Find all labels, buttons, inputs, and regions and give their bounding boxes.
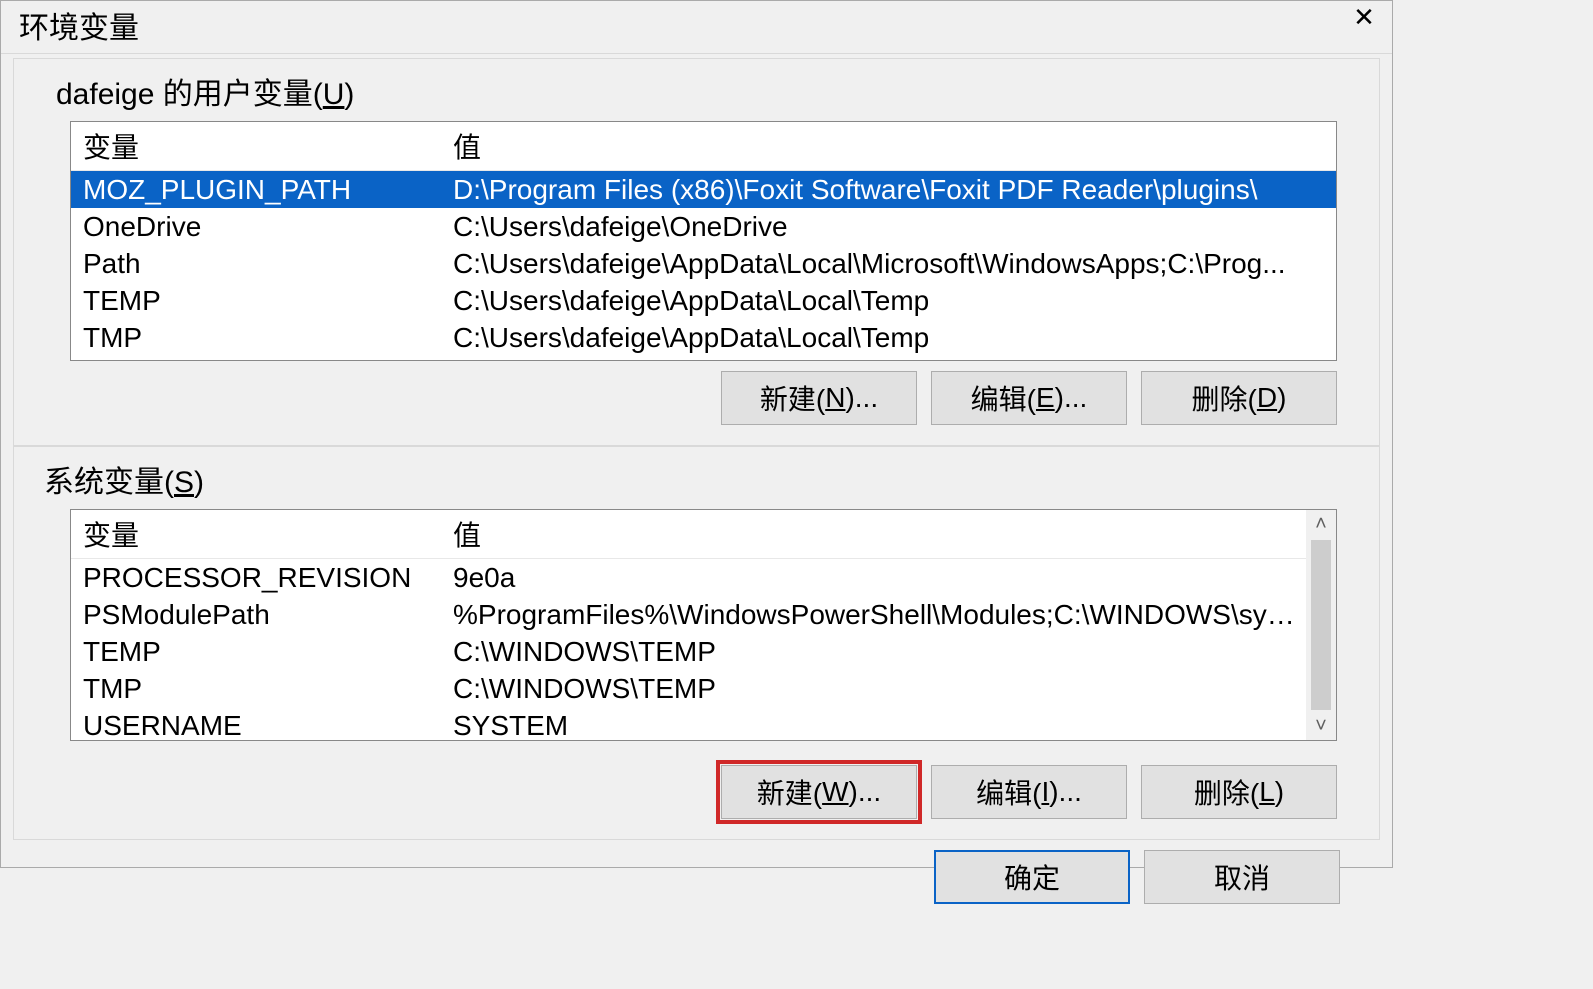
table-row[interactable]: OneDriveC:\Users\dafeige\OneDrive: [71, 208, 1336, 245]
system-rows: PROCESSOR_REVISION9e0aPSModulePath%Progr…: [71, 559, 1306, 744]
user-rows: MOZ_PLUGIN_PATHD:\Program Files (x86)\Fo…: [71, 171, 1336, 356]
column-value[interactable]: 值: [449, 122, 1336, 170]
user-variables-label: dafeige 的用户变量(U): [14, 59, 1379, 121]
close-icon[interactable]: ✕: [1342, 3, 1386, 35]
cell-value: C:\WINDOWS\TEMP: [449, 670, 1306, 707]
user-label-post: ): [344, 78, 354, 111]
table-row[interactable]: TEMPC:\WINDOWS\TEMP: [71, 633, 1306, 670]
cell-variable: OneDrive: [71, 208, 449, 245]
cell-value: SYSTEM: [449, 707, 1306, 744]
cell-value: C:\Users\dafeige\AppData\Local\Temp: [449, 282, 1336, 319]
system-edit-button[interactable]: 编辑(I)...: [931, 765, 1127, 819]
system-label-pre: 系统变量(: [44, 466, 174, 499]
table-row[interactable]: TEMPC:\Users\dafeige\AppData\Local\Temp: [71, 282, 1336, 319]
column-variable[interactable]: 变量: [71, 510, 449, 558]
user-new-button[interactable]: 新建(N)...: [721, 371, 917, 425]
system-variables-group: 系统变量(S) 变量 值 PROCESSOR_REVISION9e0aPSMod…: [13, 446, 1380, 840]
system-new-button[interactable]: 新建(W)...: [721, 765, 917, 819]
cell-value: C:\Users\dafeige\OneDrive: [449, 208, 1336, 245]
list-header: 变量 值: [71, 510, 1306, 559]
cell-variable: PSModulePath: [71, 596, 449, 633]
cell-value: C:\Users\dafeige\AppData\Local\Temp: [449, 319, 1336, 356]
scrollbar-vertical[interactable]: ˄ ˅: [1306, 510, 1336, 740]
cell-variable: TMP: [71, 319, 449, 356]
table-row[interactable]: USERNAMESYSTEM: [71, 707, 1306, 744]
cell-variable: TMP: [71, 670, 449, 707]
column-value[interactable]: 值: [449, 510, 1306, 558]
dialog-buttons-row: 确定 取消: [1, 840, 1392, 904]
system-delete-button[interactable]: 删除(L): [1141, 765, 1337, 819]
cell-value: C:\WINDOWS\TEMP: [449, 633, 1306, 670]
ok-button[interactable]: 确定: [934, 850, 1130, 904]
cell-value: 9e0a: [449, 559, 1306, 596]
cell-variable: Path: [71, 245, 449, 282]
table-row[interactable]: PROCESSOR_REVISION9e0a: [71, 559, 1306, 596]
cell-variable: TEMP: [71, 282, 449, 319]
scroll-thumb[interactable]: [1311, 540, 1331, 710]
system-variables-list[interactable]: 变量 值 PROCESSOR_REVISION9e0aPSModulePath%…: [70, 509, 1337, 741]
cell-variable: PROCESSOR_REVISION: [71, 559, 449, 596]
user-delete-button[interactable]: 删除(D): [1141, 371, 1337, 425]
system-label-post: ): [194, 466, 204, 499]
system-variables-label: 系统变量(S): [14, 447, 1379, 509]
table-row[interactable]: PathC:\Users\dafeige\AppData\Local\Micro…: [71, 245, 1336, 282]
cell-value: D:\Program Files (x86)\Foxit Software\Fo…: [449, 171, 1336, 208]
cancel-button[interactable]: 取消: [1144, 850, 1340, 904]
user-label-pre: dafeige 的用户变量(: [56, 78, 323, 111]
table-row[interactable]: TMPC:\WINDOWS\TEMP: [71, 670, 1306, 707]
table-row[interactable]: TMPC:\Users\dafeige\AppData\Local\Temp: [71, 319, 1336, 356]
user-buttons-row: 新建(N)... 编辑(E)... 删除(D): [14, 361, 1379, 437]
user-variables-group: dafeige 的用户变量(U) 变量 值 MOZ_PLUGIN_PATHD:\…: [13, 58, 1380, 446]
scroll-down-icon[interactable]: ˅: [1307, 712, 1335, 740]
column-variable[interactable]: 变量: [71, 122, 449, 170]
user-edit-button[interactable]: 编辑(E)...: [931, 371, 1127, 425]
user-label-key: U: [323, 78, 345, 111]
table-row[interactable]: MOZ_PLUGIN_PATHD:\Program Files (x86)\Fo…: [71, 171, 1336, 208]
scroll-up-icon[interactable]: ˄: [1307, 510, 1335, 538]
cell-value: %ProgramFiles%\WindowsPowerShell\Modules…: [449, 596, 1306, 633]
cell-variable: TEMP: [71, 633, 449, 670]
cell-variable: USERNAME: [71, 707, 449, 744]
window-title: 环境变量: [19, 3, 139, 47]
table-row[interactable]: PSModulePath%ProgramFiles%\WindowsPowerS…: [71, 596, 1306, 633]
cell-variable: MOZ_PLUGIN_PATH: [71, 171, 449, 208]
cell-value: C:\Users\dafeige\AppData\Local\Microsoft…: [449, 245, 1336, 282]
environment-variables-dialog: 环境变量 ✕ dafeige 的用户变量(U) 变量 值 MOZ_PLUGIN_…: [0, 0, 1393, 868]
list-header: 变量 值: [71, 122, 1336, 171]
system-buttons-row: 新建(W)... 编辑(I)... 删除(L): [14, 741, 1379, 831]
system-label-key: S: [174, 466, 194, 499]
user-variables-list[interactable]: 变量 值 MOZ_PLUGIN_PATHD:\Program Files (x8…: [70, 121, 1337, 361]
titlebar: 环境变量 ✕: [1, 1, 1392, 54]
